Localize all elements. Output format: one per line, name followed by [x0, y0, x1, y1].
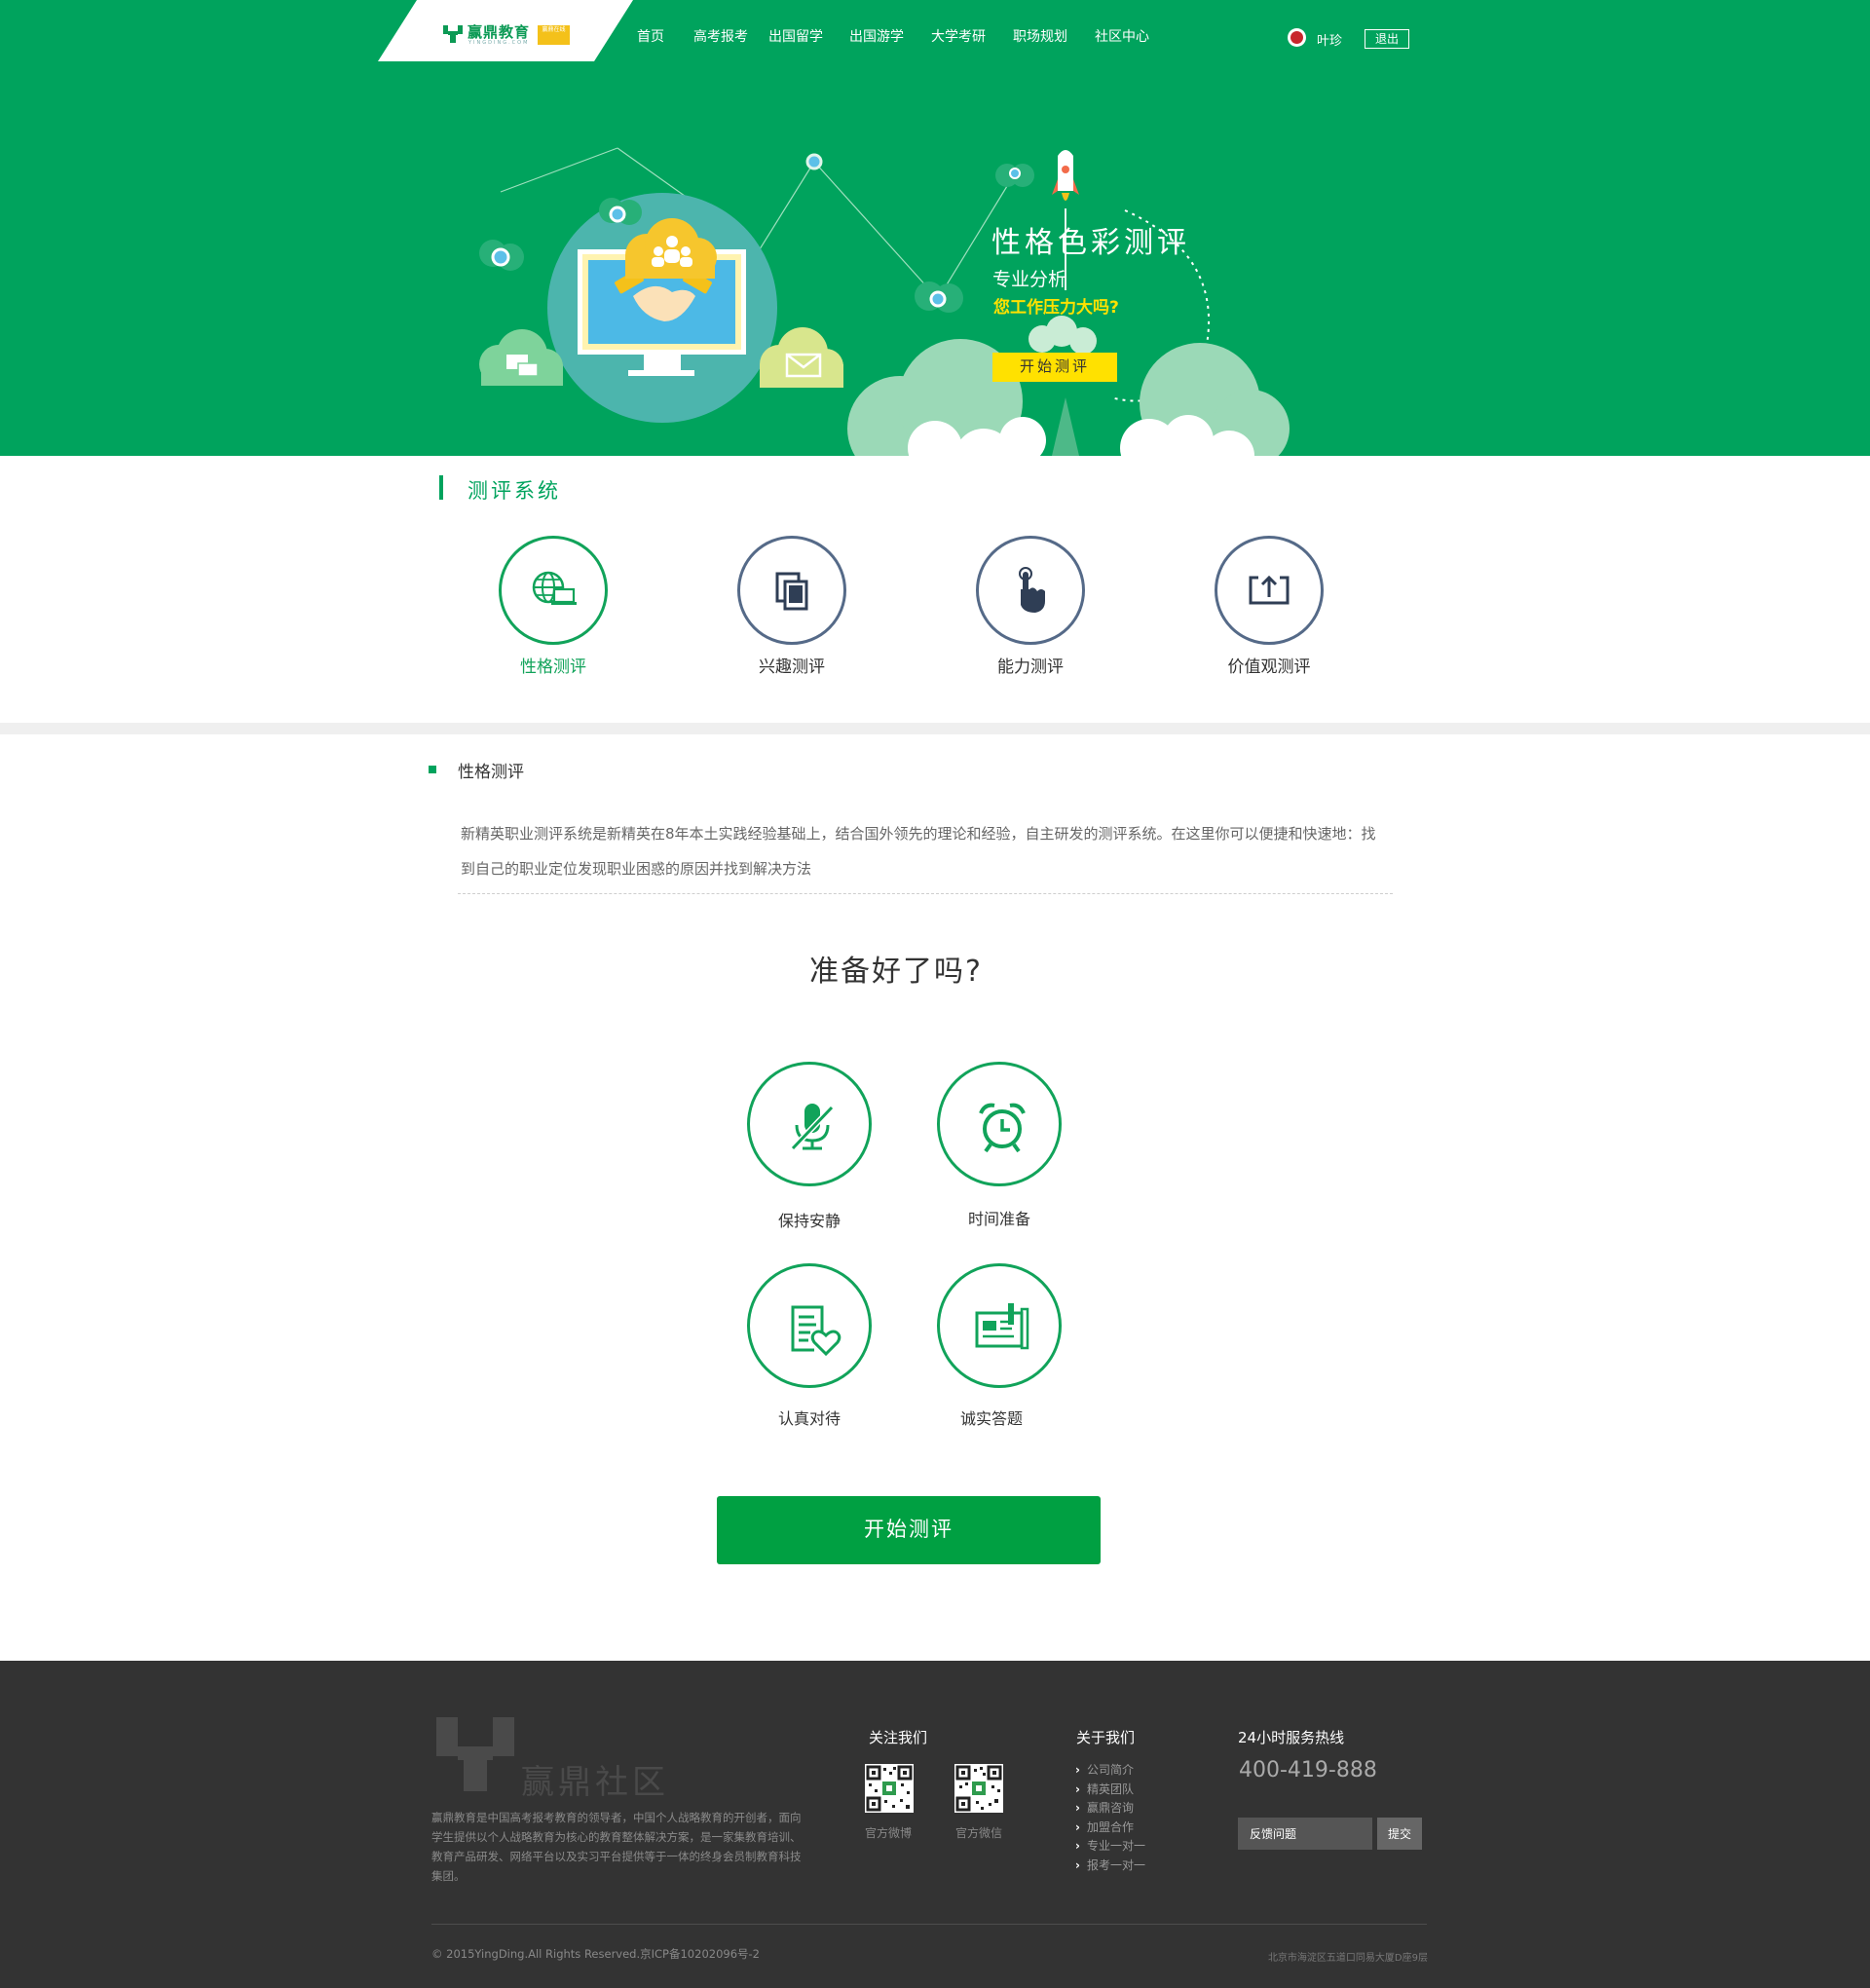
tip-ring: [747, 1263, 872, 1388]
logo-subtext: YINGDING.COM: [468, 40, 530, 46]
tip-ring: [747, 1062, 872, 1186]
qr-weibo[interactable]: [865, 1764, 914, 1813]
section-divider: [0, 723, 1870, 734]
tip-ring: [937, 1263, 1062, 1388]
tip-time-ready: 时间准备: [926, 1062, 1072, 1237]
heading-marker: [429, 766, 436, 773]
category-personality[interactable]: 性格测评: [475, 536, 631, 682]
hero-question: 您工作压力大吗?: [993, 298, 1119, 318]
detail-heading-text: 性格测评: [458, 763, 524, 782]
user-name[interactable]: 叶珍: [1317, 30, 1342, 49]
category-ring[interactable]: [1215, 536, 1324, 645]
devices-icon: [775, 572, 808, 611]
tip-label: 保持安静: [777, 1212, 841, 1230]
about-title: 关于我们: [1076, 1729, 1136, 1746]
tip-label: 时间准备: [967, 1210, 1030, 1228]
hotline-title: 24小时服务热线: [1238, 1729, 1345, 1746]
about-links: 公司简介 精英团队 赢鼎咨询 加盟合作 专业一对一 报考一对一: [1075, 1761, 1145, 1875]
nav-item-postgrad[interactable]: 大学考研: [931, 26, 986, 46]
hero-subtitle: 专业分析: [992, 269, 1067, 290]
footer-link-franchise[interactable]: 加盟合作: [1075, 1819, 1145, 1838]
category-label[interactable]: 能力测评: [953, 653, 1108, 677]
tip-ring: [937, 1062, 1062, 1186]
footer-brand: 赢鼎社区: [521, 1763, 669, 1802]
category-label[interactable]: 价值观测评: [1191, 653, 1347, 677]
nav-item-gaokao[interactable]: 高考报考: [693, 26, 748, 46]
hotline-number: 400-419-888: [1239, 1758, 1377, 1782]
category-ring[interactable]: [499, 536, 608, 645]
footer-description: 赢鼎教育是中国高考报考教育的领导者，中国个人战略教育的开创者，面向学生提供以个人…: [431, 1811, 802, 1883]
qr-code-icon: [866, 1765, 913, 1812]
alarm-clock-icon: [979, 1103, 1026, 1153]
qr-wechat-label: 官方微信: [955, 1826, 1003, 1840]
footer-link-apply-one-on-one[interactable]: 报考一对一: [1075, 1857, 1145, 1876]
follow-title: 关注我们: [869, 1729, 928, 1746]
category-ring[interactable]: [976, 536, 1085, 645]
feedback-input[interactable]: [1238, 1818, 1372, 1850]
nav-item-study-tour[interactable]: 出国游学: [849, 26, 904, 46]
mute-mic-icon: [790, 1104, 835, 1151]
category-label[interactable]: 性格测评: [475, 653, 631, 677]
category-values[interactable]: 价值观测评: [1191, 536, 1347, 682]
category-label[interactable]: 兴趣测评: [714, 653, 870, 677]
footer-link-team[interactable]: 精英团队: [1075, 1781, 1145, 1800]
nav-item-study-abroad[interactable]: 出国留学: [768, 26, 823, 46]
nav-item-career[interactable]: 职场规划: [1013, 26, 1067, 46]
qr-weibo-label: 官方微博: [865, 1826, 913, 1840]
nav-item-home[interactable]: 首页: [637, 26, 664, 46]
title-accent-bar: [439, 475, 443, 500]
document-heart-icon: [791, 1305, 842, 1357]
detail-description: 新精英职业测评系统是新精英在8年本土实践经验基础上，结合国外领先的理论和经验，自…: [461, 825, 1376, 878]
hero-start-button[interactable]: 开始测评: [992, 353, 1117, 382]
ready-title: 准备好了吗?: [809, 955, 983, 989]
address: 北京市海淀区五道口同易大厦D座9层: [1267, 1953, 1428, 1964]
logo-text: 赢鼎教育: [468, 23, 531, 41]
avatar[interactable]: [1288, 28, 1306, 47]
hero-banner: 性格色彩测评 专业分析 您工作压力大吗? 开始测评: [0, 66, 1870, 456]
nav-item-community[interactable]: 社区中心: [1095, 26, 1149, 46]
dashed-divider: [458, 893, 1393, 894]
newspaper-pen-icon: [975, 1303, 1029, 1350]
footer-link-major-one-on-one[interactable]: 专业一对一: [1075, 1837, 1145, 1857]
tip-label: 认真对待: [777, 1409, 841, 1428]
hero-title: 性格色彩测评: [991, 226, 1190, 260]
footer-link-consulting[interactable]: 赢鼎咨询: [1075, 1799, 1145, 1819]
hand-pointer-icon: [1019, 567, 1045, 613]
section-title-text: 测评系统: [468, 479, 561, 503]
globe-laptop-icon: [532, 571, 577, 605]
footer-divider: [431, 1924, 1427, 1925]
logo-icon: [443, 25, 463, 43]
category-ring[interactable]: [737, 536, 846, 645]
footer-logo-icon: [436, 1717, 514, 1791]
qr-code-icon: [955, 1765, 1002, 1812]
start-assessment-button[interactable]: 开始测评: [717, 1496, 1101, 1564]
qr-wechat[interactable]: [954, 1764, 1003, 1813]
logout-button[interactable]: 退出: [1365, 29, 1409, 49]
footer-link-company[interactable]: 公司简介: [1075, 1761, 1145, 1781]
tip-answer-honestly: 诚实答题: [920, 1263, 1066, 1439]
copyright: © 2015YingDing.All Rights Reserved.京ICP备…: [431, 1947, 760, 1961]
submit-button[interactable]: 提交: [1377, 1818, 1422, 1850]
category-ability[interactable]: 能力测评: [953, 536, 1108, 682]
category-interest[interactable]: 兴趣测评: [714, 536, 870, 682]
upload-frame-icon: [1249, 575, 1290, 605]
logo-badge: 赢鼎在线: [538, 25, 570, 45]
footer: [0, 1661, 1870, 1988]
tip-keep-quiet: 保持安静: [736, 1062, 882, 1237]
tip-label: 诚实答题: [959, 1409, 1023, 1428]
tip-take-seriously: 认真对待: [736, 1263, 882, 1439]
hero-illustration: [479, 147, 1290, 456]
